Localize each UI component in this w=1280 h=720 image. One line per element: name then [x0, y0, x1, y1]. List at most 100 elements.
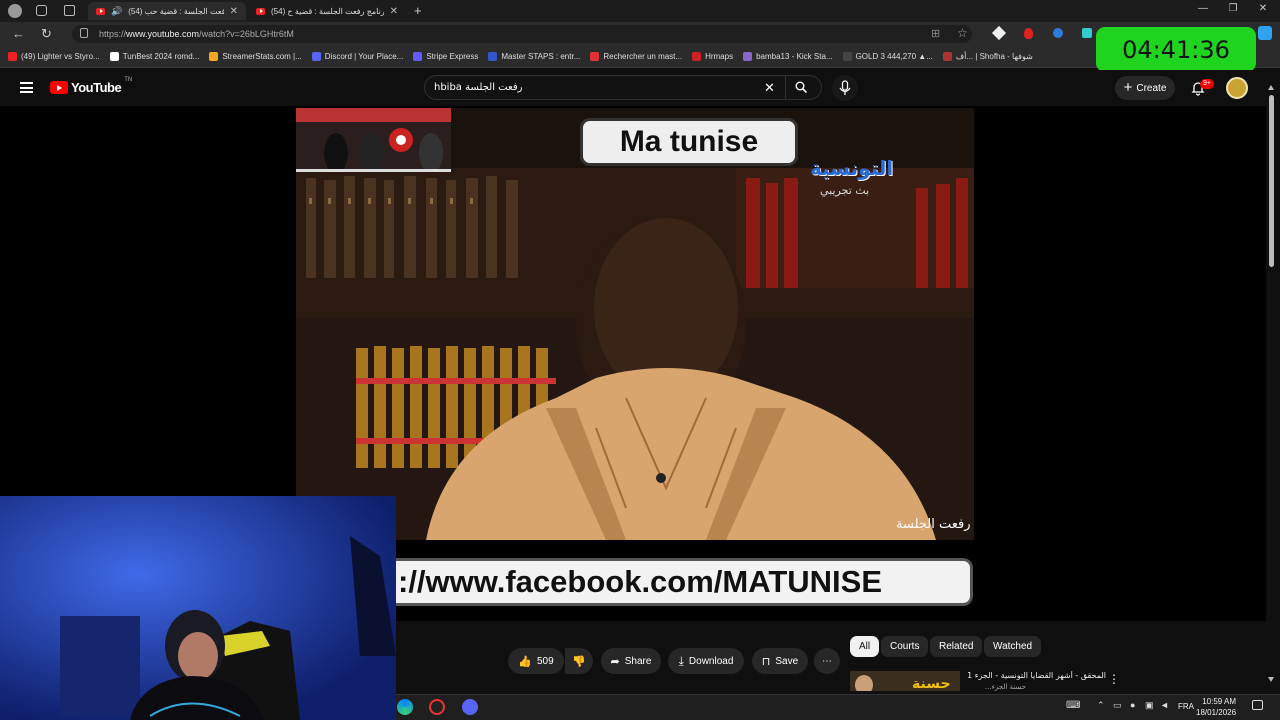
bookmark-favicon-icon [692, 52, 702, 61]
url-path: /watch?v=26bLGHtr6tM [199, 29, 294, 39]
close-window-button[interactable]: ✕ [1248, 3, 1278, 14]
scroll-down-icon[interactable] [1268, 677, 1274, 682]
bookmark-label: Stripe Express [426, 52, 479, 61]
url-host: www.youtube.com [126, 29, 200, 39]
tray-chevron-icon[interactable]: ⌃ [1097, 700, 1105, 711]
youtube-logo[interactable]: YouTube TN [50, 77, 133, 95]
tab-2[interactable]: (54) برنامج رفعت الجلسة : قضية ح... ✕ [248, 2, 406, 20]
new-tab-button[interactable]: + [414, 3, 422, 18]
logo-text: YouTube [71, 80, 122, 95]
back-arrow-icon[interactable]: ← [12, 26, 25, 41]
url-prefix: https:// [99, 29, 127, 39]
tab-1[interactable]: 🔊 (54) رفعت الجلسة : قضية حب... ✕ [88, 2, 246, 20]
chip-watched[interactable]: Watched [984, 636, 1042, 657]
reload-icon[interactable]: ↻ [41, 26, 52, 42]
suggestion-menu-icon[interactable]: ⋮ [1108, 672, 1120, 686]
workspaces-icon[interactable] [36, 5, 47, 16]
dislike-button[interactable]: 👎 [565, 648, 593, 674]
notification-center-icon[interactable] [1252, 700, 1263, 710]
language-indicator[interactable]: FRA [1178, 702, 1194, 711]
share-label: Share [624, 655, 652, 667]
bookmark-item[interactable]: StreamerStats.com |... [209, 52, 302, 61]
clear-search-icon[interactable]: ✕ [764, 80, 775, 96]
bookmark-star-icon[interactable]: ☆ [957, 26, 968, 40]
stream-timer: 04:41:36 [1096, 27, 1256, 72]
bookmark-item[interactable]: Hrmaps [692, 52, 733, 61]
like-button[interactable]: 👍 509 [508, 648, 564, 674]
bookmark-favicon-icon [488, 52, 498, 61]
channel-logo: التونسية [810, 156, 894, 180]
download-icon: ⤓ [678, 653, 684, 668]
logo-country: TN [124, 77, 133, 83]
bookmark-item[interactable]: Stripe Express [413, 52, 478, 61]
share-button[interactable]: ➦ Share [601, 648, 661, 674]
volume-icon[interactable]: ◄ [1160, 700, 1169, 710]
maximize-button[interactable]: ❐ [1218, 3, 1248, 14]
scrollbar-thumb[interactable] [1269, 95, 1274, 267]
bookmark-item[interactable]: Rechercher un mast... [590, 52, 682, 61]
voice-search-button[interactable] [832, 75, 858, 101]
network-icon[interactable]: ▭ [1113, 700, 1122, 711]
profile-avatar-icon[interactable] [8, 4, 22, 18]
suggestion-thumb-text: حسنة [912, 676, 951, 691]
bookmark-item[interactable]: أف... | Shofha - شوفها [942, 52, 1033, 61]
bookmark-item[interactable]: (49) Lighter vs Styro... [8, 52, 100, 61]
keyboard-icon[interactable]: ⌨ [1066, 700, 1080, 711]
bookmark-item[interactable]: Master STAPS : entr... [488, 52, 580, 61]
copilot-icon[interactable] [1258, 26, 1272, 40]
tab-close-icon[interactable]: ✕ [390, 6, 398, 17]
bookmark-icon: ⊓ [761, 655, 771, 668]
create-button[interactable]: + Create [1115, 76, 1175, 100]
account-avatar[interactable] [1226, 77, 1248, 99]
obs-icon[interactable] [429, 699, 445, 715]
bookmark-item[interactable]: bamba13 - Kick Sta... [743, 52, 833, 61]
edge-icon[interactable] [397, 699, 413, 715]
address-bar[interactable]: https://www.youtube.com/watch?v=26bLGHtr… [72, 25, 972, 43]
app-install-icon[interactable]: ⊞ [931, 27, 940, 40]
suggestion-title[interactable]: المحقق - أشهر القضايا التونسية - الجزء 1… [966, 671, 1106, 680]
bookmark-favicon-icon [942, 52, 952, 61]
scroll-up-icon[interactable] [1268, 85, 1274, 90]
bookmark-favicon-icon [590, 52, 600, 61]
monitor-icon[interactable]: ▣ [1145, 700, 1154, 711]
bookmark-item[interactable]: TunBest 2024 romd... [109, 52, 199, 61]
search-icon[interactable] [795, 80, 808, 94]
chip-all[interactable]: All [850, 636, 880, 657]
download-button[interactable]: ⤓ Download [668, 648, 744, 674]
save-label: Save [775, 655, 799, 667]
chip-related[interactable]: Related [930, 636, 983, 657]
search-input[interactable] [434, 80, 734, 95]
bookmark-label: Discord | Your Place... [324, 52, 404, 61]
speaker-icon[interactable]: 🔊 [111, 6, 122, 17]
bookmarks-bar: (49) Lighter vs Styro... TunBest 2024 rom… [0, 46, 1280, 68]
more-actions-button[interactable]: ⋯ [814, 648, 840, 674]
share-arrow-icon: ➦ [610, 655, 620, 668]
tab-title: (54) رفعت الجلسة : قضية حب... [128, 6, 223, 16]
tab-actions-icon[interactable] [64, 5, 75, 16]
clock-date: 18/01/2026 [1196, 708, 1237, 717]
save-button[interactable]: ⊓ Save [752, 648, 808, 674]
minimize-button[interactable]: — [1188, 3, 1218, 14]
extension-icon[interactable] [1082, 28, 1092, 38]
page-scrollbar[interactable] [1268, 85, 1276, 685]
suggestion-thumbnail[interactable]: حسنة [850, 671, 960, 695]
bookmark-favicon-icon [209, 52, 219, 61]
mic-tray-icon[interactable]: ● [1130, 700, 1135, 710]
webcam-image [0, 496, 396, 720]
inset-thumbnail [296, 108, 451, 172]
plus-icon: + [1123, 79, 1133, 96]
site-info-icon[interactable] [80, 28, 88, 38]
bookmark-favicon-icon [842, 52, 852, 61]
bookmark-item[interactable]: GOLD 3 444,270 ▲... [842, 52, 933, 61]
youtube-favicon-icon [96, 7, 105, 15]
channel-sub-logo: بث تجريبي [820, 184, 870, 197]
tab-close-icon[interactable]: ✕ [230, 6, 238, 17]
taskbar-clock[interactable]: 10:59 AM 18/01/2026 [1196, 696, 1236, 718]
discord-icon[interactable] [462, 699, 478, 715]
extension-icon[interactable] [1024, 28, 1033, 39]
bookmark-item[interactable]: Discord | Your Place... [311, 52, 404, 61]
like-count: 509 [537, 655, 554, 667]
menu-icon[interactable] [20, 82, 33, 93]
chip-courts[interactable]: Courts [881, 636, 929, 657]
extension-icon[interactable] [1053, 28, 1063, 38]
